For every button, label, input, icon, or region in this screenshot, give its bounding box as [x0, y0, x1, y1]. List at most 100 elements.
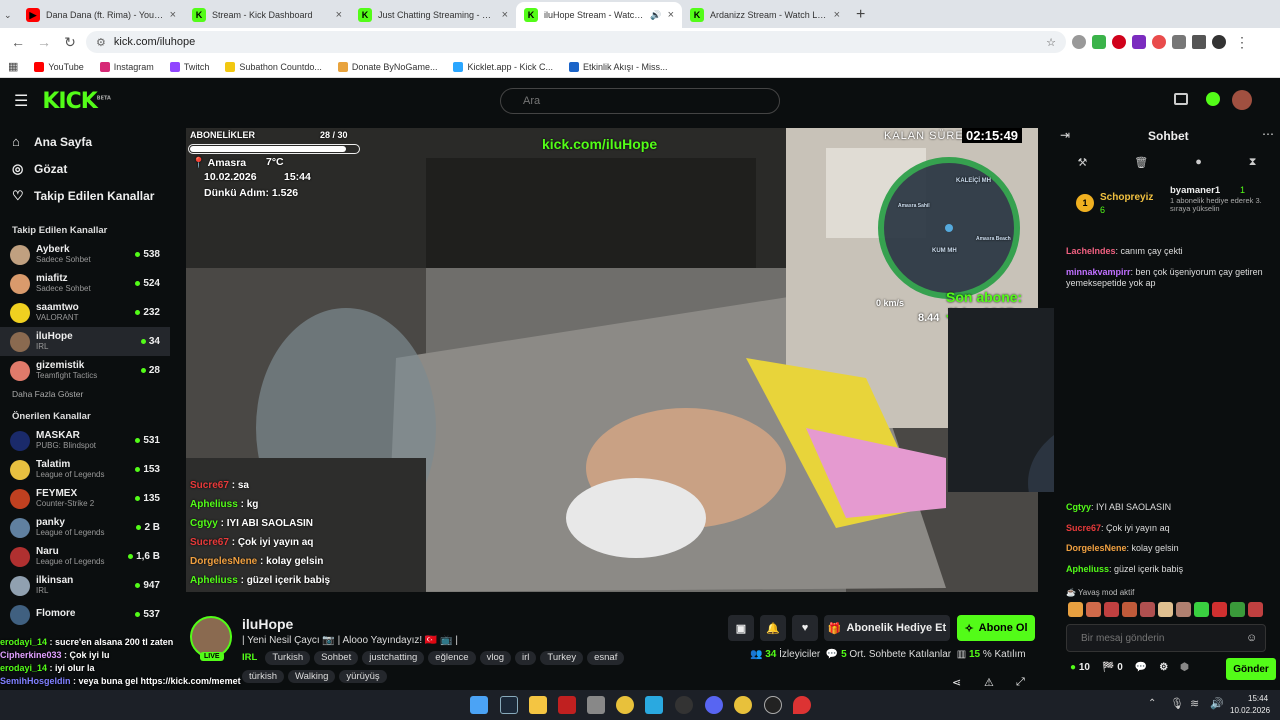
sidebar-channel-naru[interactable]: Naru League of Legends 1,6 B	[0, 542, 170, 571]
settings-gear-icon[interactable]: ⚙	[1159, 662, 1168, 673]
leader-2-name[interactable]: byamaner1	[1170, 185, 1220, 196]
tag-chip[interactable]: Turkish	[265, 651, 311, 665]
category-link[interactable]: IRL	[242, 652, 257, 663]
leader-1-name[interactable]: Schopreyiz	[1100, 192, 1153, 203]
chat-username[interactable]: Sucre67	[1066, 523, 1101, 533]
tag-chip[interactable]: vlog	[479, 651, 512, 665]
emote-icon[interactable]	[1248, 602, 1263, 617]
emote-icon[interactable]	[1068, 602, 1083, 617]
steam-icon[interactable]	[500, 696, 518, 714]
tag-chip[interactable]: Turkey	[540, 651, 584, 665]
clip-button[interactable]: ▣	[728, 615, 754, 641]
streamer-name[interactable]: iluHope	[242, 616, 293, 632]
sidebar-nav-heart[interactable]: ♡ Takip Edilen Kanallar	[0, 182, 170, 209]
mic-icon[interactable]: 🎙	[1170, 697, 1184, 710]
sidebar-channel-talatim[interactable]: Talatim League of Legends 153	[0, 455, 170, 484]
profile-avatar[interactable]	[1212, 35, 1226, 49]
report-icon[interactable]: ⚠	[984, 676, 994, 689]
tray-chevron-icon[interactable]: ⌃	[1148, 698, 1156, 709]
chrome-active-icon[interactable]	[734, 696, 752, 714]
share-icon[interactable]: ⋖	[952, 676, 961, 689]
tag-chip[interactable]: yürüyüş	[339, 669, 387, 683]
bookmark-item[interactable]: Instagram	[99, 61, 154, 72]
chat-username[interactable]: minnakvampirr	[1066, 267, 1131, 277]
emote-icon[interactable]	[1176, 602, 1191, 617]
chrome-icon[interactable]	[616, 696, 634, 714]
extension-shield-icon[interactable]	[1072, 35, 1086, 49]
browser-tab[interactable]: K Stream - Kick Dashboard ×	[184, 2, 350, 28]
chat-message-input[interactable]	[1066, 624, 1266, 652]
sidebar-channel-miafitz[interactable]: miafitz Sadece Sohbet 524	[0, 269, 170, 298]
shield-icon[interactable]: ⬢	[1180, 662, 1189, 673]
emote-icon[interactable]	[1212, 602, 1227, 617]
media-icon[interactable]	[1174, 93, 1188, 105]
collapse-chat-icon[interactable]: ⇥	[1060, 128, 1070, 142]
sidebar-channel-gizemistik[interactable]: gizemistik Teamfight Tactics 28	[0, 356, 170, 385]
extension-red-icon[interactable]	[1152, 35, 1166, 49]
speaker-icon[interactable]: 🔊	[650, 10, 661, 21]
discord-icon[interactable]	[705, 696, 723, 714]
new-tab-button[interactable]: +	[848, 2, 873, 28]
sidebar-channel-iluhope[interactable]: iluHope IRL 34	[0, 327, 170, 356]
reload-icon[interactable]: ↻	[60, 34, 80, 51]
emote-icon[interactable]	[1194, 602, 1209, 617]
gift-count[interactable]: 🏁 0	[1102, 662, 1123, 673]
follow-button[interactable]: ♥	[792, 615, 818, 641]
bookmark-item[interactable]: Donate ByNoGame...	[337, 61, 437, 72]
close-tab-icon[interactable]: ×	[336, 9, 342, 21]
back-icon[interactable]: ←	[8, 34, 28, 50]
tag-chip[interactable]: Walking	[287, 669, 336, 683]
tag-chip[interactable]: türkish	[242, 669, 284, 683]
video-player[interactable]: ABONELİKLER 28 / 30 📍 Amasra 7°C 10.02.2…	[186, 128, 1038, 592]
show-more-link[interactable]: Daha Fazla Göster	[0, 385, 170, 403]
kick-points-icon[interactable]	[1206, 92, 1220, 106]
browser-tab[interactable]: ▶ Dana Dana (ft. Rima) - YouTube ×	[18, 2, 184, 28]
sidebar-channel-ayberk[interactable]: Ayberk Sadece Sohbet 538	[0, 240, 170, 269]
gift-sub-button[interactable]: 🎁 Abonelik Hediye Et	[824, 615, 950, 641]
trash-icon[interactable]: 🗑	[1134, 156, 1148, 174]
browser-menu-icon[interactable]: ⋮	[1232, 34, 1252, 51]
chat-username[interactable]: Cgtyy	[1066, 502, 1091, 512]
obs-icon[interactable]	[675, 696, 693, 714]
extension-opera-icon[interactable]	[1112, 35, 1126, 49]
chat-username[interactable]: DorgelesNene	[1066, 543, 1127, 553]
sidebar-nav-home[interactable]: ⌂ Ana Sayfa	[0, 128, 170, 155]
emote-icon[interactable]	[1230, 602, 1245, 617]
tag-chip[interactable]: eğlence	[428, 651, 476, 665]
sidebar-channel-feymex[interactable]: FEYMEX Counter-Strike 2 135	[0, 484, 170, 513]
wifi-icon[interactable]: ≋	[1190, 697, 1199, 710]
emote-icon[interactable]	[1086, 602, 1101, 617]
tab-search-button[interactable]: ⌄	[4, 2, 18, 28]
close-tab-icon[interactable]: ×	[170, 9, 176, 21]
forward-icon[interactable]: →	[34, 34, 54, 50]
start-icon[interactable]	[470, 696, 488, 714]
tag-chip[interactable]: Sohbet	[314, 651, 359, 665]
bookmark-item[interactable]: Subathon Countdo...	[225, 61, 322, 72]
app-red-icon[interactable]	[558, 696, 576, 714]
bookmark-star-icon[interactable]: ☆	[1046, 36, 1056, 49]
emote-icon[interactable]	[1104, 602, 1119, 617]
sidebar-channel-saamtwo[interactable]: saamtwo VALORANT 232	[0, 298, 170, 327]
theatre-mode-icon[interactable]: ⤢	[1016, 676, 1025, 689]
points-display[interactable]: ● 10	[1070, 662, 1090, 673]
url-field[interactable]: ⚙ kick.com/iluhope ☆	[86, 31, 1066, 53]
sidebar-channel-panky[interactable]: panky League of Legends 2 B	[0, 513, 170, 542]
emote-icon[interactable]	[1140, 602, 1155, 617]
close-tab-icon[interactable]: ×	[668, 9, 674, 21]
emoji-icon[interactable]: ☺	[1246, 632, 1257, 644]
kick-logo[interactable]: KICKBETA	[42, 89, 111, 114]
notification-button[interactable]: 🔔	[760, 615, 786, 641]
app-pin-icon[interactable]	[793, 696, 811, 714]
hammer-icon[interactable]: ⚒	[1077, 156, 1087, 174]
extension-purple-icon[interactable]	[1132, 35, 1146, 49]
apps-grid-icon[interactable]: ▦	[8, 60, 18, 73]
tag-chip[interactable]: irl	[515, 651, 537, 665]
app-spray-icon[interactable]	[587, 696, 605, 714]
sidebar-channel-ilkinsan[interactable]: ilkinsan IRL 947	[0, 571, 170, 600]
chat-username[interactable]: LacheIndes	[1066, 246, 1116, 256]
clock-time[interactable]: 15:44	[1248, 694, 1268, 703]
emote-icon[interactable]	[1158, 602, 1173, 617]
menu-hamburger-icon[interactable]: ☰	[14, 91, 28, 111]
chat-menu-icon[interactable]: ⋯	[1262, 127, 1274, 141]
tag-chip[interactable]: esnaf	[587, 651, 625, 665]
